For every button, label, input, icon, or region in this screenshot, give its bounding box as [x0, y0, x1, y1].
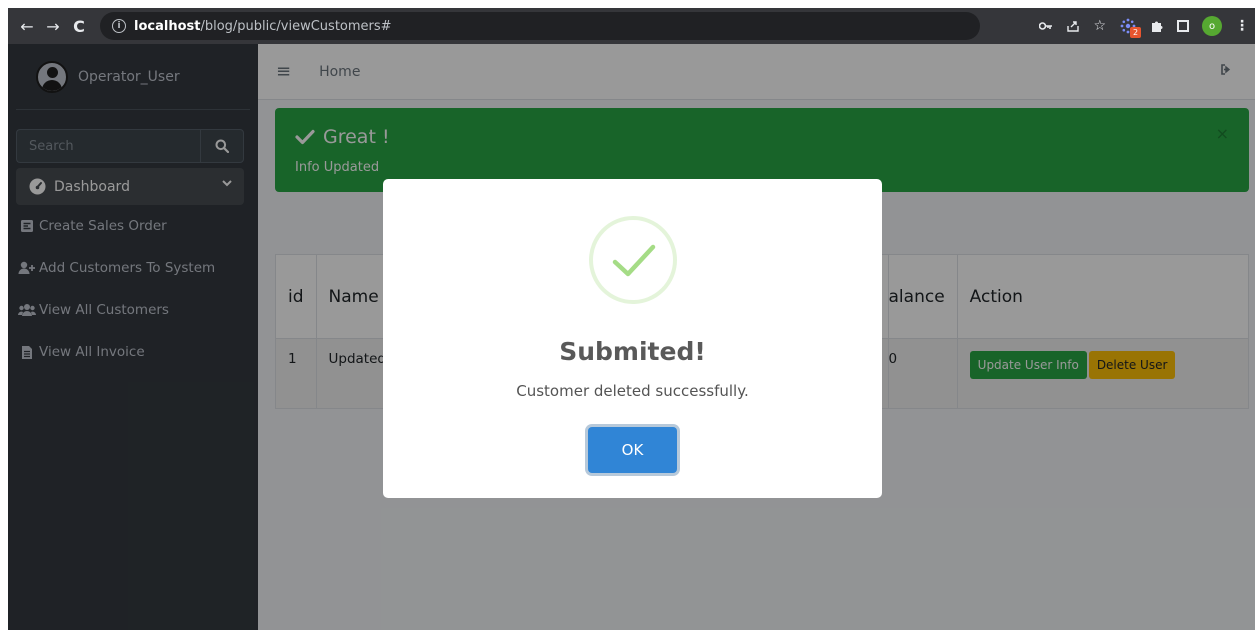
- extension-icon[interactable]: 2: [1119, 17, 1141, 38]
- modal-backdrop[interactable]: Submited! Customer deleted successfully.…: [8, 44, 1255, 630]
- extension-badge: 2: [1130, 27, 1141, 38]
- info-icon[interactable]: i: [112, 19, 126, 33]
- back-arrow-icon[interactable]: ←: [14, 17, 40, 36]
- bookmark-star-icon[interactable]: ☆: [1093, 18, 1106, 34]
- puzzle-icon[interactable]: [1150, 19, 1164, 33]
- side-panel-icon[interactable]: [1177, 20, 1189, 32]
- address-bar[interactable]: i localhost/blog/public/viewCustomers#: [100, 12, 980, 40]
- key-icon[interactable]: [1039, 21, 1053, 31]
- profile-avatar[interactable]: o: [1202, 16, 1222, 36]
- url-path: /blog/public/viewCustomers#: [200, 18, 392, 34]
- reload-icon[interactable]: C: [66, 17, 92, 36]
- success-check-icon: [589, 216, 677, 304]
- browser-toolbar: ← → C i localhost/blog/public/viewCustom…: [8, 8, 1255, 44]
- url-host: localhost: [134, 18, 201, 34]
- dialog-message: Customer deleted successfully.: [516, 382, 749, 400]
- dialog-title: Submited!: [559, 337, 706, 366]
- browser-window: ← → C i localhost/blog/public/viewCustom…: [8, 8, 1255, 630]
- menu-dots-icon[interactable]: ⋮: [1235, 18, 1249, 34]
- ok-button[interactable]: OK: [588, 427, 677, 473]
- success-dialog: Submited! Customer deleted successfully.…: [383, 179, 882, 498]
- share-icon[interactable]: [1066, 19, 1080, 33]
- forward-arrow-icon[interactable]: →: [40, 17, 66, 36]
